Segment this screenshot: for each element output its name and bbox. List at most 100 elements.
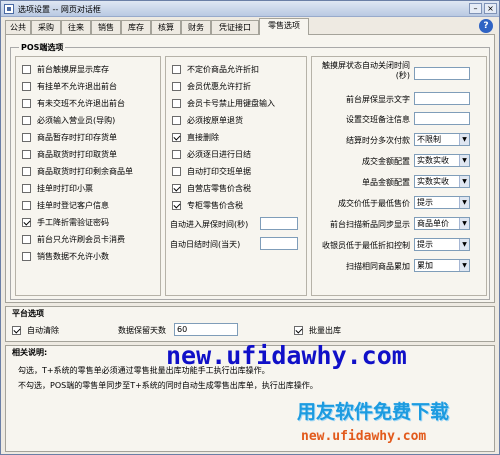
option-member-card-only[interactable]: 前台只允许刷会员卡消费	[22, 233, 125, 245]
option-print-pickup[interactable]: 商品取货时打印取货单	[22, 148, 117, 160]
option-label: 手工降折需验证密码	[37, 217, 109, 227]
unit-price-config-select[interactable]: 实数实收 ▼	[414, 175, 470, 188]
multi-pay-select[interactable]: 不限制 ▼	[414, 133, 470, 146]
option-print-deposit[interactable]: 商品暂存时打印存货单	[22, 131, 117, 143]
checkbox[interactable]	[22, 166, 31, 176]
option-self-store-tax[interactable]: 自营店零售价含税	[172, 182, 251, 194]
chevron-down-icon[interactable]: ▼	[459, 260, 469, 271]
auto-clear-option[interactable]: 自动清除	[12, 324, 59, 336]
tab-inventory[interactable]: 库存	[121, 20, 151, 35]
cashier-discount-label: 收银员低于最低折扣控制	[322, 241, 410, 250]
option-label: 前台只允许刷会员卡消费	[37, 234, 125, 244]
option-label: 会员优惠允许打折	[187, 81, 251, 91]
checkbox-checked[interactable]	[22, 217, 31, 227]
screensaver-time-input[interactable]	[260, 217, 298, 230]
option-shift-no-exit[interactable]: 有未交班不允许退出前台	[22, 97, 125, 109]
option-return-by-original[interactable]: 必须按原单退货	[172, 114, 243, 126]
checkbox[interactable]	[22, 132, 31, 142]
checkbox[interactable]	[172, 115, 181, 125]
tab-voucher-interface[interactable]: 凭证接口	[211, 20, 259, 35]
chevron-down-icon[interactable]: ▼	[459, 176, 469, 187]
option-require-salesperson[interactable]: 必须输入营业员(导购)	[22, 114, 115, 126]
checkbox[interactable]	[22, 200, 31, 210]
option-discount-password[interactable]: 手工降折需验证密码	[22, 216, 109, 228]
checkbox[interactable]	[172, 64, 181, 74]
tab-costing[interactable]: 核算	[151, 20, 181, 35]
option-unpriced-discount[interactable]: 不定价商品允许折扣	[172, 63, 259, 75]
option-hold-customer-info[interactable]: 挂单时登记客户信息	[22, 199, 109, 211]
option-label: 自营店零售价含税	[187, 183, 251, 193]
tab-accounts[interactable]: 往来	[61, 20, 91, 35]
below-min-price-select[interactable]: 提示 ▼	[414, 196, 470, 209]
checkbox[interactable]	[22, 149, 31, 159]
option-label: 有挂单不允许退出前台	[37, 81, 117, 91]
checkbox[interactable]	[22, 183, 31, 193]
option-label: 直接删除	[187, 132, 219, 142]
close-button[interactable]: ×	[484, 3, 497, 14]
option-counter-tax[interactable]: 专柜零售价含税	[172, 199, 243, 211]
below-min-price-label: 成交价低于最低售价	[338, 199, 410, 208]
checkbox[interactable]	[22, 81, 31, 91]
chevron-down-icon[interactable]: ▼	[459, 239, 469, 250]
checkbox[interactable]	[172, 166, 181, 176]
checkbox[interactable]	[172, 81, 181, 91]
window-icon	[4, 4, 14, 14]
info-icon[interactable]: ?	[479, 19, 493, 33]
checkbox[interactable]	[172, 149, 181, 159]
option-touch-stock[interactable]: 前台触摸屏显示库存	[22, 63, 109, 75]
amount-config-select[interactable]: 实数实收 ▼	[414, 154, 470, 167]
checkbox-checked[interactable]	[172, 132, 181, 142]
scan-sync-select[interactable]: 商品单价 ▼	[414, 217, 470, 230]
chevron-down-icon[interactable]: ▼	[459, 155, 469, 166]
amount-config-label: 成交金额配置	[362, 157, 410, 166]
checkbox-checked[interactable]	[172, 183, 181, 193]
auto-close-time-input[interactable]	[260, 237, 298, 250]
scan-same-select[interactable]: 累加 ▼	[414, 259, 470, 272]
tab-sales[interactable]: 销售	[91, 20, 121, 35]
chevron-down-icon[interactable]: ▼	[459, 218, 469, 229]
chevron-down-icon[interactable]: ▼	[459, 134, 469, 145]
screensaver-text-input[interactable]	[414, 92, 470, 105]
option-daily-close[interactable]: 必须逐日进行日结	[172, 148, 251, 160]
option-direct-delete[interactable]: 直接删除	[172, 131, 219, 143]
checkbox[interactable]	[22, 234, 31, 244]
checkbox[interactable]	[172, 98, 181, 108]
tab-finance[interactable]: 财务	[181, 20, 211, 35]
select-value: 商品单价	[417, 219, 449, 228]
select-value: 提示	[417, 240, 433, 249]
checkbox[interactable]	[22, 64, 31, 74]
touch-timeout-input[interactable]	[414, 67, 470, 80]
option-hold-print-receipt[interactable]: 挂单时打印小票	[22, 182, 93, 194]
option-member-discount[interactable]: 会员优惠允许打折	[172, 80, 251, 92]
option-label: 自动清除	[27, 325, 59, 335]
watermark-url: new.ufidawhy.com	[166, 341, 407, 370]
checkbox-checked[interactable]	[294, 325, 303, 335]
chevron-down-icon[interactable]: ▼	[459, 197, 469, 208]
option-label: 必须逐日进行日结	[187, 149, 251, 159]
tab-purchase[interactable]: 采购	[31, 20, 61, 35]
shift-note-input[interactable]	[414, 112, 470, 125]
window-title: 选项设置 -- 网页对话框	[18, 5, 101, 14]
option-hold-no-exit[interactable]: 有挂单不允许退出前台	[22, 80, 117, 92]
keep-days-input[interactable]: 60	[174, 323, 238, 336]
minimize-button[interactable]: –	[469, 3, 482, 14]
option-auto-print-shift[interactable]: 自动打印交班单据	[172, 165, 251, 177]
tab-public[interactable]: 公共	[5, 20, 31, 35]
tab-retail-options[interactable]: 零售选项	[259, 18, 309, 35]
title-bar: 选项设置 -- 网页对话框 – ×	[1, 1, 499, 17]
option-label: 必须按原单退货	[187, 115, 243, 125]
option-label: 专柜零售价含税	[187, 200, 243, 210]
checkbox[interactable]	[22, 98, 31, 108]
option-label: 不定价商品允许折扣	[187, 64, 259, 74]
checkbox-checked[interactable]	[12, 325, 21, 335]
option-no-decimal[interactable]: 销售数据不允许小数	[22, 250, 109, 262]
select-value: 实数实收	[417, 177, 449, 186]
option-no-keyboard-card[interactable]: 会员卡号禁止用键盘输入	[172, 97, 275, 109]
option-label: 有未交班不允许退出前台	[37, 98, 125, 108]
checkbox-checked[interactable]	[172, 200, 181, 210]
batch-out-option[interactable]: 批量出库	[294, 324, 341, 336]
option-print-remaining[interactable]: 商品取货时打印剩余商品单	[22, 165, 133, 177]
checkbox[interactable]	[22, 115, 31, 125]
cashier-discount-select[interactable]: 提示 ▼	[414, 238, 470, 251]
checkbox[interactable]	[22, 251, 31, 261]
